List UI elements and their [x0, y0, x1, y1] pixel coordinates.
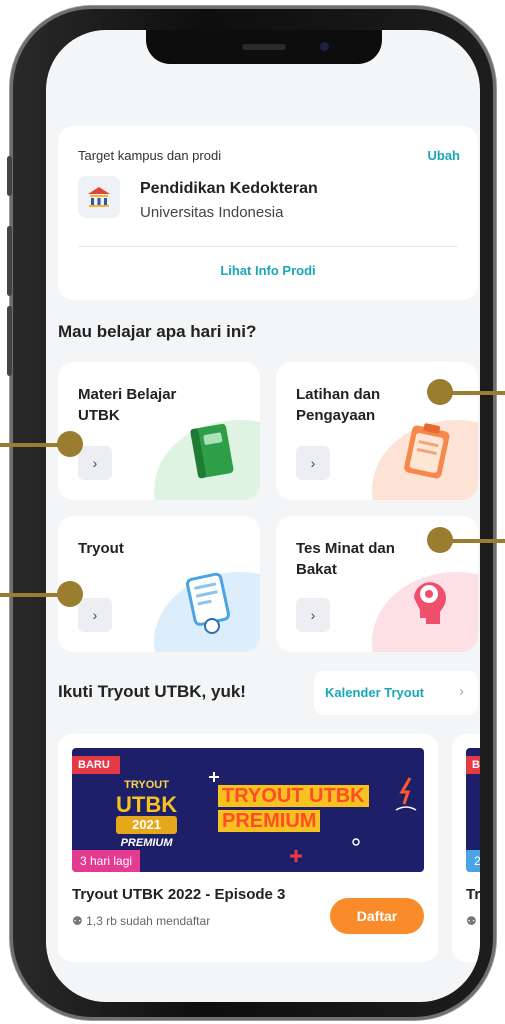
open-arrow-button[interactable]: ›	[78, 598, 112, 632]
document-icon	[186, 572, 230, 634]
callout-dot	[427, 527, 453, 553]
tryout-name: Tryout UTBK 2022 - Episode 3	[72, 886, 286, 903]
divider	[78, 246, 458, 247]
open-arrow-button[interactable]: ›	[296, 598, 330, 632]
study-heading: Mau belajar apa hari ini?	[58, 322, 257, 341]
tryout-banner: BARU TRYOUT UTBK 2021 PREMIUM TRYOUT UTB…	[72, 748, 424, 872]
feature-card-tryout[interactable]: Tryout ›	[58, 516, 260, 652]
open-arrow-button[interactable]: ›	[296, 446, 330, 480]
new-badge: BARU	[72, 756, 120, 774]
callout-dot	[427, 379, 453, 405]
open-arrow-button[interactable]: ›	[78, 446, 112, 480]
mute-switch	[7, 156, 12, 196]
head-gear-icon	[414, 582, 446, 624]
register-button[interactable]: Daftar	[330, 898, 424, 934]
front-camera	[320, 42, 329, 51]
university-building-icon	[88, 187, 110, 207]
change-target-button[interactable]: Ubah	[428, 148, 461, 163]
book-icon	[190, 423, 234, 479]
speaker-grille	[242, 44, 286, 50]
countdown-badge: 3 hari lagi	[72, 850, 141, 872]
feature-card-materi[interactable]: Materi Belajar UTBK ›	[58, 362, 260, 500]
tryout-card[interactable]: BARU TRYOUT UTBK 2021 PREMIUM TRYOUT UTB…	[58, 734, 438, 962]
university-name: Universitas Indonesia	[140, 204, 284, 221]
phone-frame: Target kampus dan prodi Ubah Pendidikan …	[7, 6, 496, 1020]
callout-dot	[57, 581, 83, 607]
tryout-banner: BA 2	[466, 748, 480, 872]
logo-year: 2021	[116, 816, 178, 834]
registered-count: ⚉ 1,3 rb sudah mendaftar	[72, 914, 210, 928]
callout-dot	[57, 431, 83, 457]
users-icon: ⚉	[466, 914, 477, 928]
view-program-info-link[interactable]: Lihat Info Prodi	[58, 263, 478, 278]
new-badge: BA	[466, 756, 480, 774]
registered-text: 1,3 rb sudah mendaftar	[86, 914, 211, 928]
banner-decoration-icon	[209, 772, 417, 862]
utbk-2021-logo: TRYOUT UTBK 2021 PREMIUM	[116, 776, 178, 852]
feature-title: Tryout	[78, 540, 124, 557]
volume-down-button	[7, 306, 12, 376]
phone-notch	[146, 30, 382, 64]
tryout-calendar-button[interactable]: Kalender Tryout ›	[314, 671, 478, 715]
logo-mid-text: UTBK	[116, 792, 178, 817]
calendar-label: Kalender Tryout	[325, 685, 424, 700]
program-name: Pendidikan Kedokteran	[140, 180, 318, 197]
tryout-card-partial[interactable]: BA 2 Try ⚉	[452, 734, 480, 962]
university-logo	[78, 176, 120, 218]
chevron-right-icon: ›	[459, 683, 464, 700]
clipboard-icon	[404, 423, 450, 479]
tryout-name: Try	[466, 886, 480, 903]
registered-count: ⚉	[466, 914, 477, 928]
target-label: Target kampus dan prodi	[78, 148, 222, 163]
phone-screen: Target kampus dan prodi Ubah Pendidikan …	[46, 30, 480, 1002]
target-campus-card: Target kampus dan prodi Ubah Pendidikan …	[58, 126, 478, 300]
volume-up-button	[7, 226, 12, 296]
tryout-heading: Ikuti Tryout UTBK, yuk!	[58, 682, 246, 701]
countdown-badge: 2	[466, 850, 480, 872]
users-icon: ⚉	[72, 914, 83, 928]
